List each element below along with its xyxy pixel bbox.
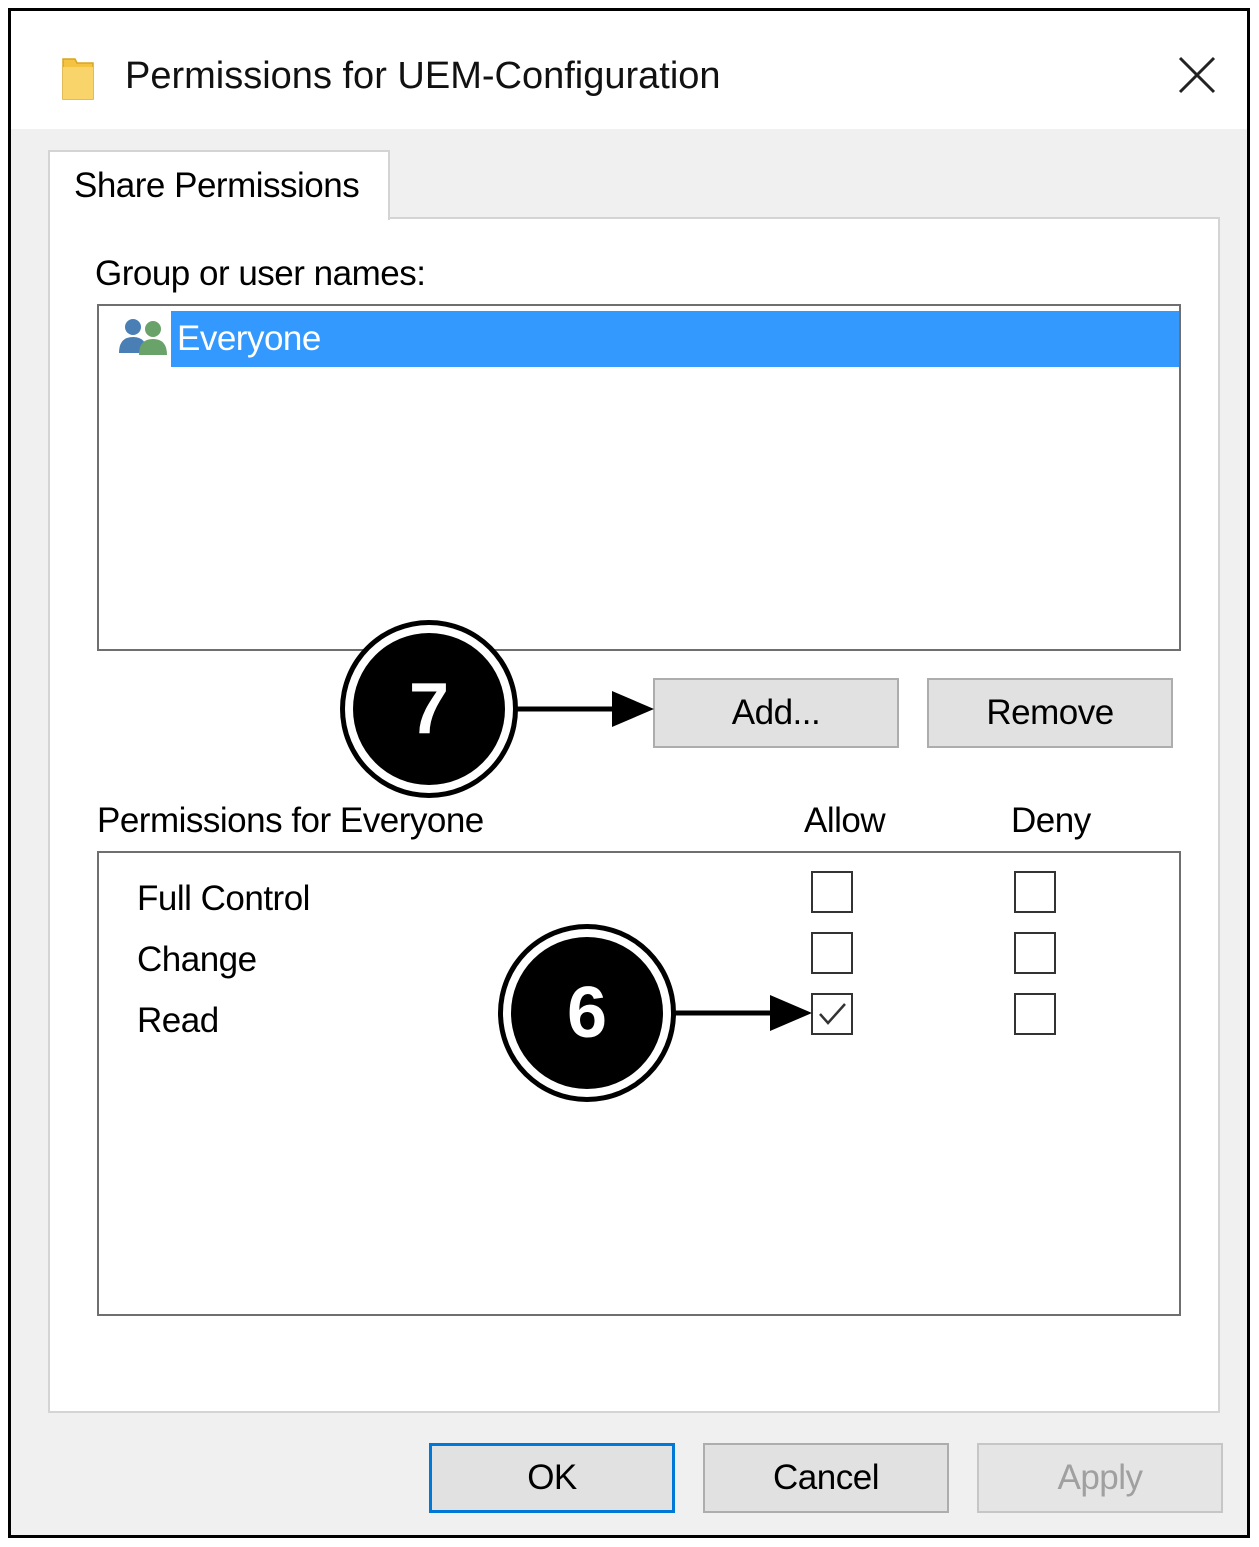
permissions-dialog: Permissions for UEM-Configuration Share … (8, 8, 1250, 1538)
permission-name: Change (137, 940, 257, 979)
list-item-everyone[interactable]: Everyone (117, 311, 1179, 367)
permissions-for-label: Permissions for Everyone (97, 801, 484, 840)
close-icon (1178, 56, 1216, 94)
cancel-button[interactable]: Cancel (703, 1443, 949, 1513)
list-item-label: Everyone (171, 311, 1179, 367)
full-control-allow-checkbox[interactable] (811, 871, 853, 913)
add-button[interactable]: Add... (653, 678, 899, 748)
folder-icon (61, 55, 95, 101)
apply-button[interactable]: Apply (977, 1443, 1223, 1513)
change-deny-checkbox[interactable] (1014, 932, 1056, 974)
permission-name: Full Control (137, 879, 310, 918)
callout-7-arrow (516, 691, 654, 727)
window-title: Permissions for UEM-Configuration (125, 55, 721, 97)
change-allow-checkbox[interactable] (811, 932, 853, 974)
read-allow-checkbox[interactable] (811, 993, 853, 1035)
group-user-listbox[interactable]: Everyone (97, 304, 1181, 651)
full-control-deny-checkbox[interactable] (1014, 871, 1056, 913)
tab-label: Share Permissions (74, 166, 360, 205)
callout-7-badge: 7 (353, 633, 505, 785)
group-names-label: Group or user names: (95, 254, 426, 293)
close-button[interactable] (1169, 47, 1225, 103)
allow-column-header: Allow (804, 801, 886, 840)
ok-button[interactable]: OK (429, 1443, 675, 1513)
users-group-icon (117, 317, 173, 357)
permission-row-full-control: Full Control (99, 871, 1179, 931)
permissions-list: Full Control Change Read (97, 851, 1181, 1316)
tab-share-permissions[interactable]: Share Permissions (48, 150, 390, 220)
permission-name: Read (137, 1001, 219, 1040)
title-bar: Permissions for UEM-Configuration (11, 11, 1247, 129)
callout-6-arrow (674, 995, 812, 1031)
deny-column-header: Deny (1011, 801, 1091, 840)
checkmark-icon (819, 1003, 846, 1025)
read-deny-checkbox[interactable] (1014, 993, 1056, 1035)
callout-6-badge: 6 (511, 937, 663, 1089)
remove-button[interactable]: Remove (927, 678, 1173, 748)
